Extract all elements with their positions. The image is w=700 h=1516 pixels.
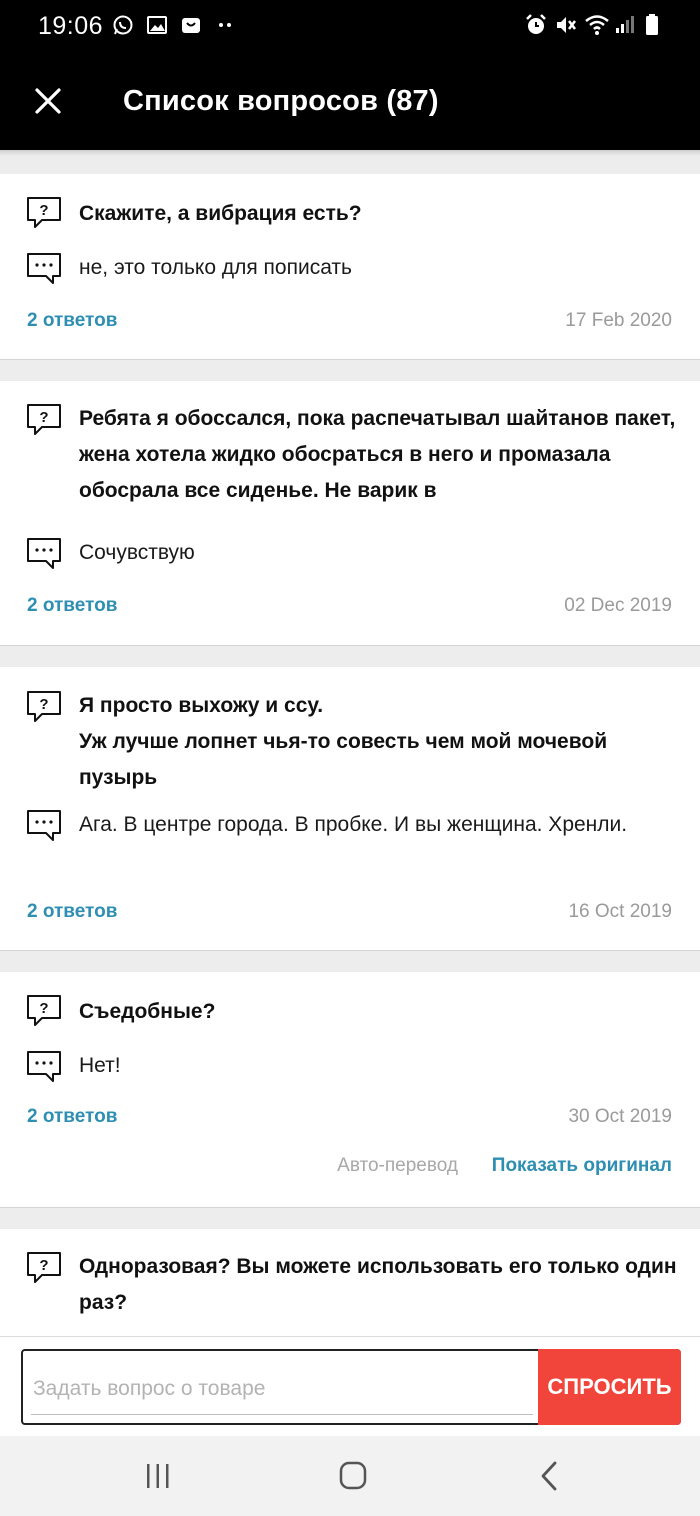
question-card: Ребята я обоссался, пока распечатывал ша… [0, 381, 700, 646]
app-bar-shadow [0, 150, 700, 156]
question-icon [26, 994, 62, 1028]
ask-question-bar: СПРОСИТЬ [0, 1336, 700, 1436]
answer-icon [26, 252, 62, 286]
question-icon [26, 403, 62, 437]
question-icon [26, 690, 62, 724]
ask-question-input[interactable] [31, 1363, 533, 1415]
answers-link[interactable]: 2 ответов [27, 595, 117, 617]
wifi-icon [584, 13, 609, 35]
question-icon [26, 196, 62, 230]
question-card: Съедобные? Нет! 2 ответов 30 Oct 2019 Ав… [0, 972, 700, 1208]
auto-translate-label: Авто-перевод [337, 1155, 458, 1176]
question-text: Одноразовая? Вы можете использовать его … [79, 1255, 677, 1314]
question-card: Одноразовая? Вы можете использовать его … [0, 1229, 700, 1339]
question-card: Скажите, а вибрация есть? не, это только… [0, 174, 700, 360]
question-text-line: Уж лучше лопнет чья-то совесть чем мой м… [79, 730, 608, 789]
question-date: 17 Feb 2020 [565, 310, 672, 331]
answer-row: Ага. В центре города. В пробке. И вы жен… [26, 809, 676, 879]
app-bar: Список вопросов (87) [0, 55, 700, 150]
battery-icon [644, 13, 666, 35]
show-original-link[interactable]: Показать оригинал [492, 1155, 672, 1177]
question-row: Съедобные? [26, 994, 676, 1030]
status-right-icons [524, 13, 666, 35]
answer-text: Нет! [79, 1054, 121, 1077]
question-text: Скажите, а вибрация есть? [79, 202, 362, 225]
question-date: 02 Dec 2019 [564, 595, 672, 616]
more-dots-icon [214, 14, 236, 36]
question-text: Съедобные? [79, 1000, 216, 1023]
answer-icon [26, 1050, 62, 1084]
close-icon [35, 88, 61, 114]
signal-icon [614, 13, 636, 35]
status-left-icons [112, 14, 236, 36]
question-text: Ребята я обоссался, пока распечатывал ша… [79, 407, 676, 502]
answer-text: Ага. В центре города. В пробке. И вы жен… [79, 813, 628, 836]
question-text: Я просто выхожу и ссу. Уж лучше лопнет ч… [79, 688, 679, 796]
ask-button[interactable]: СПРОСИТЬ [538, 1349, 681, 1425]
status-time: 19:06 [38, 12, 104, 40]
close-button[interactable] [30, 83, 66, 119]
whatsapp-icon [112, 14, 134, 36]
ask-question-box: СПРОСИТЬ [21, 1349, 681, 1425]
answers-link[interactable]: 2 ответов [27, 1106, 117, 1128]
question-row: Скажите, а вибрация есть? [26, 196, 676, 232]
home-icon [339, 1461, 367, 1490]
question-row: Ребята я обоссался, пока распечатывал ша… [26, 401, 676, 511]
question-date: 30 Oct 2019 [568, 1106, 672, 1127]
question-row: Одноразовая? Вы можете использовать его … [26, 1249, 677, 1324]
answer-row: Сочувствую [26, 537, 676, 573]
home-button[interactable] [333, 1458, 373, 1494]
recent-apps-button[interactable] [138, 1458, 178, 1494]
page-title: Список вопросов (87) [123, 85, 439, 117]
question-text-line: Я просто выхожу и ссу. [79, 694, 324, 717]
answer-icon [26, 809, 62, 843]
recent-apps-icon [147, 1464, 169, 1488]
gallery-icon [146, 14, 168, 36]
question-icon [26, 1251, 62, 1285]
back-button[interactable] [530, 1458, 570, 1494]
answers-link[interactable]: 2 ответов [27, 310, 117, 332]
answers-link[interactable]: 2 ответов [27, 901, 117, 923]
question-date: 16 Oct 2019 [568, 901, 672, 922]
back-icon [541, 1461, 557, 1491]
mute-icon [554, 13, 576, 35]
answer-icon [26, 537, 62, 571]
question-row: Я просто выхожу и ссу. Уж лучше лопнет ч… [26, 688, 676, 798]
system-nav-bar [0, 1436, 700, 1516]
answer-text: не, это только для пописать [79, 256, 352, 279]
answer-row: не, это только для пописать [26, 252, 676, 288]
status-bar: 19:06 [0, 0, 700, 55]
answer-row: Нет! [26, 1050, 676, 1086]
answer-text: Сочувствую [79, 541, 195, 564]
bag-icon [180, 14, 202, 36]
alarm-icon [524, 13, 546, 35]
question-card: Я просто выхожу и ссу. Уж лучше лопнет ч… [0, 667, 700, 951]
